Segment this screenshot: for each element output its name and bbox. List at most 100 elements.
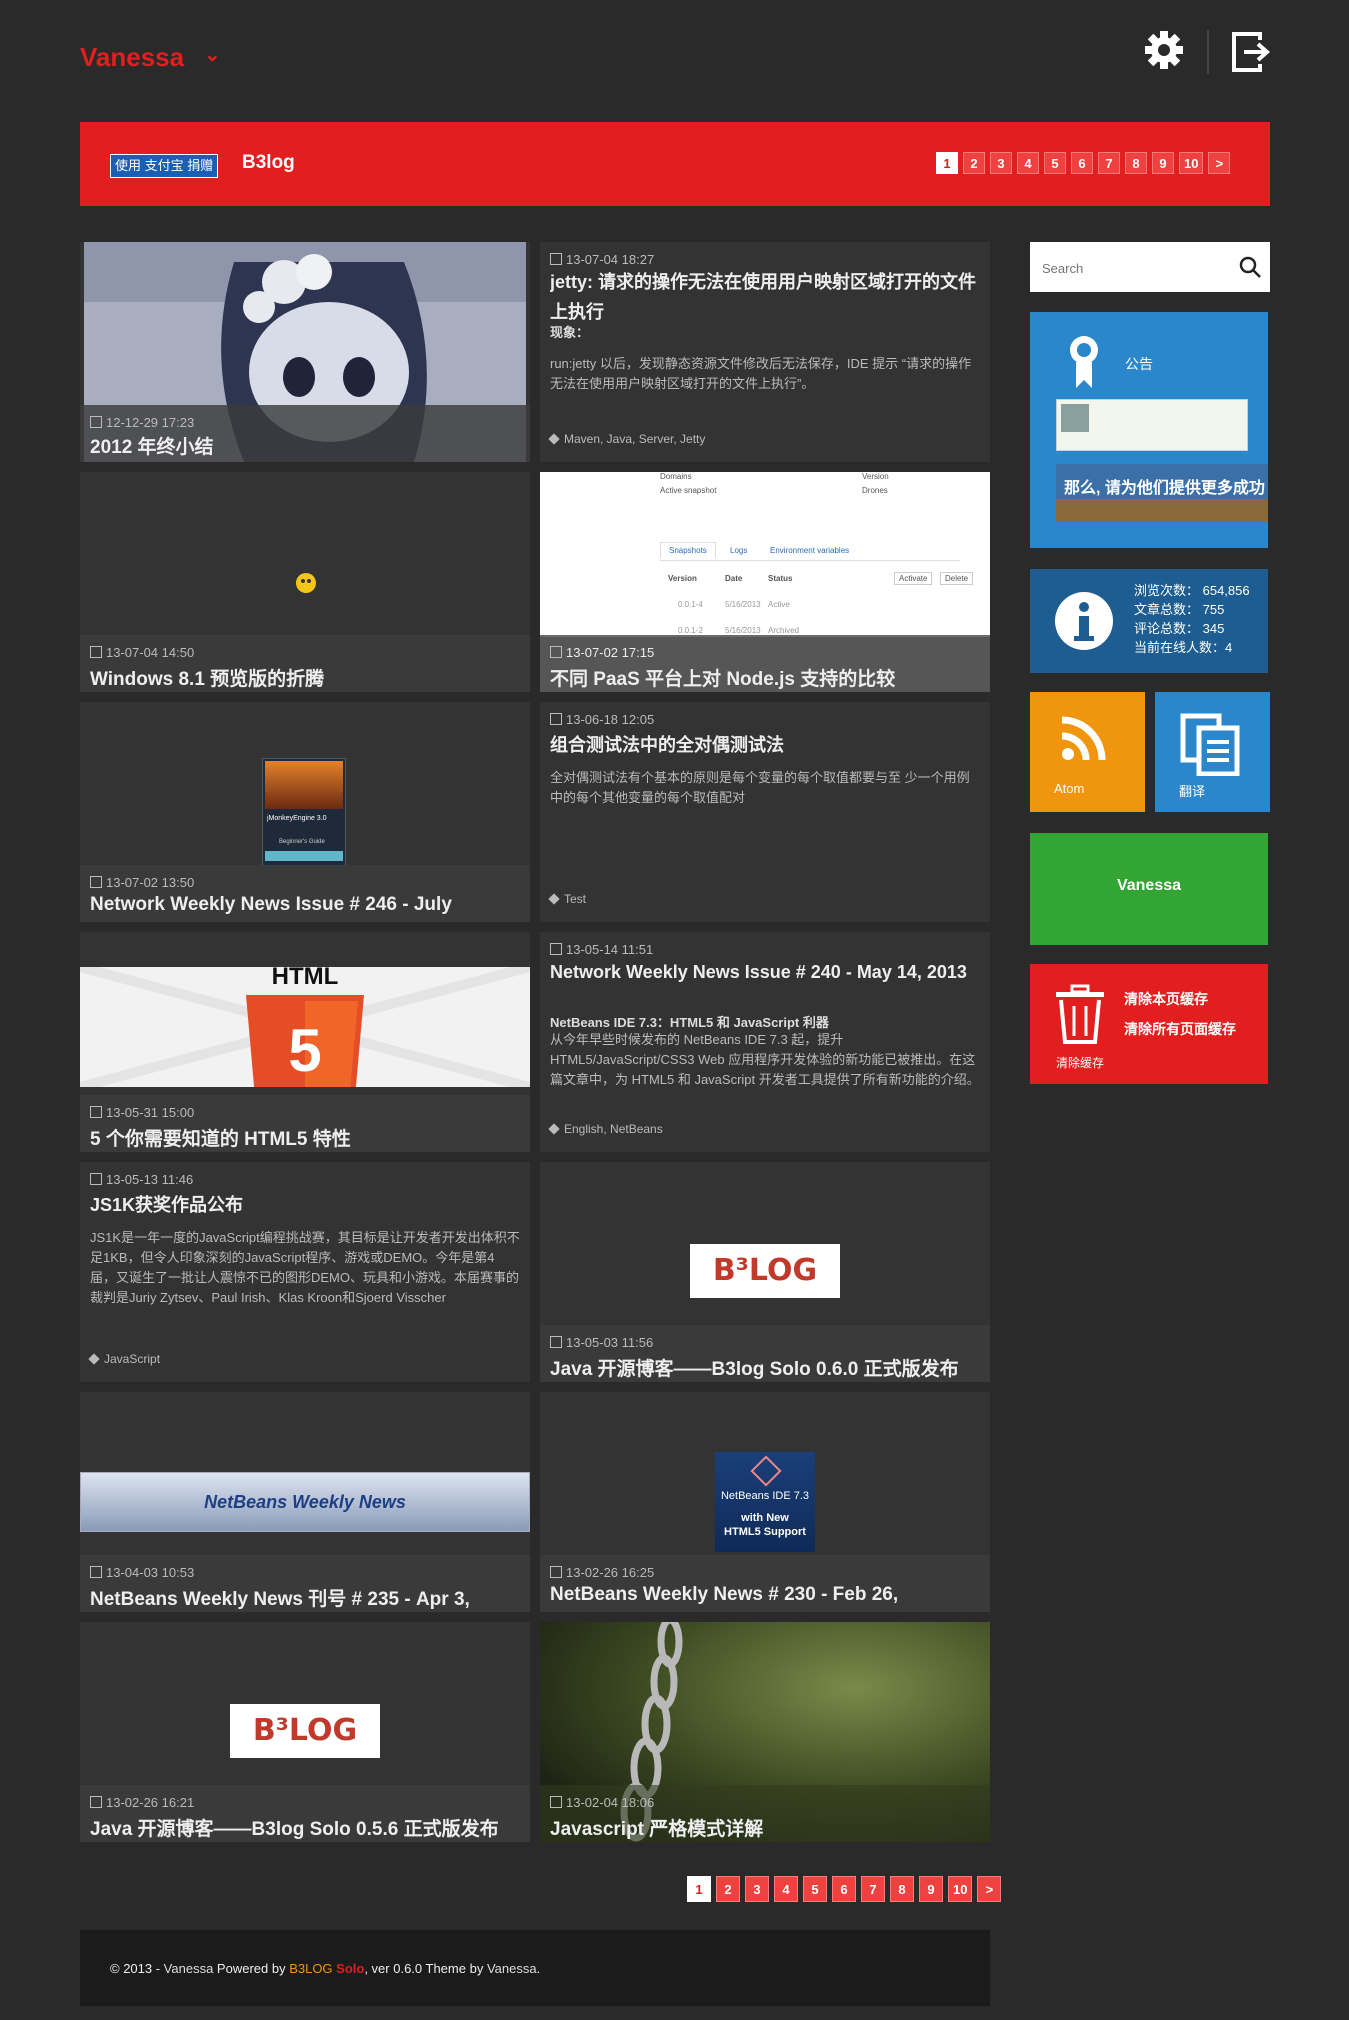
paas-button: Delete: [940, 572, 974, 585]
banner-title[interactable]: B3log: [242, 152, 295, 174]
search-icon[interactable]: [1238, 255, 1262, 279]
article-card[interactable]: Domains Active snapshot Version Drones S…: [540, 472, 990, 692]
page-link[interactable]: 7: [1098, 152, 1120, 174]
emoji-thumbnail: [296, 573, 316, 593]
footer-theme-author-link[interactable]: Vanessa: [487, 1961, 537, 1976]
article-card[interactable]: 13-07-04 18:27 jetty: 请求的操作无法在使用用户映射区域打开…: [540, 242, 990, 462]
page-link[interactable]: 6: [1071, 152, 1093, 174]
gear-icon[interactable]: [1142, 28, 1186, 72]
announcement-label: 公告: [1125, 356, 1153, 372]
paas-tab: Logs: [730, 546, 748, 555]
article-title[interactable]: Network Weekly News Issue # 246 - July: [90, 894, 520, 916]
paas-col: Status: [768, 574, 793, 583]
article-card[interactable]: 13-06-18 12:05 组合测试法中的全对偶测试法 全对偶测试法有个基本的…: [540, 702, 990, 922]
article-title[interactable]: NetBeans Weekly News 刊号 # 235 - Apr 3,: [90, 1584, 520, 1611]
article-card[interactable]: jMonkeyEngine 3.0 Beginner's Guide 13-07…: [80, 702, 530, 922]
header-divider: [1207, 30, 1209, 74]
brand-link[interactable]: Vanessa: [80, 42, 184, 73]
article-title[interactable]: jetty: 请求的操作无法在使用用户映射区域打开的文件上执行: [550, 267, 980, 327]
page-link[interactable]: 4: [774, 1876, 798, 1902]
article-title[interactable]: Java 开源博客——B3log Solo 0.6.0 正式版发布: [550, 1354, 980, 1381]
pagination-bottom: 1 2 3 4 5 6 7 8 9 10 >: [687, 1876, 1002, 1902]
page-link[interactable]: 2: [963, 152, 985, 174]
article-card[interactable]: 13-07-04 14:50 Windows 8.1 预览版的折腾: [80, 472, 530, 692]
translate-tile[interactable]: 翻译: [1155, 692, 1270, 812]
article-tags: JavaScript: [88, 1352, 160, 1366]
article-card[interactable]: HTML 5 13-05-31 15:00 5 个你需要知道的 HTML5 特性: [80, 932, 530, 1152]
paas-tabs: Snapshots Logs Environment variables: [660, 542, 960, 561]
article-tags: Test: [548, 892, 586, 906]
article-title[interactable]: JS1K获奖作品公布: [90, 1191, 520, 1217]
article-card[interactable]: 13-05-14 11:51 Network Weekly News Issue…: [540, 932, 990, 1152]
page-link[interactable]: 3: [745, 1876, 769, 1902]
article-excerpt: JS1K是一年一度的JavaScript编程挑战赛，其目标是让开发者开发出体积不…: [90, 1230, 520, 1305]
article-title[interactable]: Javascript 严格模式详解: [550, 1814, 980, 1841]
page-link[interactable]: 5: [803, 1876, 827, 1902]
article-excerpt: run:jetty 以后，发现静态资源文件修改后无法保存，IDE 提示 “请求的…: [550, 356, 972, 391]
netbeans-ide-thumbnail: NetBeans IDE 7.3 with New HTML5 Support: [715, 1452, 815, 1552]
article-title[interactable]: NetBeans Weekly News # 230 - Feb 26,: [550, 1584, 980, 1606]
paas-col: Date: [725, 574, 743, 583]
article-card[interactable]: 12-12-29 17:23 2012 年终小结: [80, 242, 530, 462]
page-link[interactable]: 1: [936, 152, 958, 174]
pagination-top: 1 2 3 4 5 6 7 8 9 10 >: [936, 152, 1231, 174]
page-link[interactable]: 4: [1017, 152, 1039, 174]
tag-links[interactable]: JavaScript: [104, 1352, 160, 1366]
article-card[interactable]: 13-02-04 18:06 Javascript 严格模式详解: [540, 1622, 990, 1842]
article-date: 13-02-04 18:06: [550, 1795, 654, 1810]
page-link[interactable]: 2: [716, 1876, 740, 1902]
paas-label: Version: [862, 472, 889, 481]
page-link[interactable]: 1: [687, 1876, 711, 1902]
tag-links[interactable]: Maven, Java, Server, Jetty: [564, 432, 705, 446]
tag-links[interactable]: Test: [564, 892, 586, 906]
page-link[interactable]: 10: [948, 1876, 973, 1902]
footer-b3log-link[interactable]: B3LOG: [289, 1961, 332, 1976]
page-link[interactable]: 6: [832, 1876, 856, 1902]
page-link[interactable]: 8: [1125, 152, 1147, 174]
footer-solo-link[interactable]: Solo: [333, 1961, 364, 1976]
search-input[interactable]: [1040, 257, 1224, 279]
tag-links[interactable]: English, NetBeans: [564, 1122, 663, 1136]
article-title[interactable]: Java 开源博客——B3log Solo 0.5.6 正式版发布: [90, 1814, 520, 1841]
paas-col: Version: [668, 574, 697, 583]
article-card[interactable]: B³LOG 13-02-26 16:21 Java 开源博客——B3log So…: [80, 1622, 530, 1842]
user-tile[interactable]: Vanessa: [1030, 833, 1268, 945]
page-link[interactable]: 9: [1152, 152, 1174, 174]
next-page-link[interactable]: >: [1208, 152, 1231, 174]
page-link[interactable]: 3: [990, 152, 1012, 174]
translate-label: 翻译: [1179, 784, 1206, 799]
article-title[interactable]: Windows 8.1 预览版的折腾: [90, 664, 520, 691]
article-title[interactable]: 2012 年终小结: [90, 432, 520, 459]
chevron-down-icon[interactable]: ⌄: [204, 42, 221, 67]
page-link[interactable]: 8: [890, 1876, 914, 1902]
alipay-donate-badge[interactable]: 使用 支付宝 捐赠: [110, 154, 219, 178]
article-title[interactable]: 5 个你需要知道的 HTML5 特性: [90, 1124, 520, 1151]
paas-cell: 0.0.1-4: [678, 600, 703, 609]
article-date: 13-07-04 14:50: [90, 645, 194, 660]
announcement-tile[interactable]: 公告 那么, 请为他们提供更多成功: [1030, 312, 1268, 548]
article-card[interactable]: NetBeans IDE 7.3 with New HTML5 Support …: [540, 1392, 990, 1612]
article-card[interactable]: 13-05-13 11:46 JS1K获奖作品公布 JS1K是一年一度的Java…: [80, 1162, 530, 1382]
article-title[interactable]: Network Weekly News Issue # 240 - May 14…: [550, 957, 980, 987]
paas-label: Active snapshot: [660, 486, 717, 495]
atom-label: Atom: [1054, 781, 1085, 796]
logout-icon[interactable]: [1230, 30, 1274, 74]
article-title[interactable]: 组合测试法中的全对偶测试法: [550, 731, 980, 757]
book-subtitle: Beginner's Guide: [279, 839, 325, 845]
next-page-link[interactable]: >: [977, 1876, 1002, 1902]
clear-all-cache-link[interactable]: 清除所有页面缓存: [1124, 1019, 1236, 1039]
tag-icon: [548, 433, 560, 445]
page-link[interactable]: 5: [1044, 152, 1066, 174]
stat-online: 当前在线人数：4: [1134, 640, 1233, 655]
article-card[interactable]: NetBeans Weekly News 13-04-03 10:53 NetB…: [80, 1392, 530, 1612]
page-link[interactable]: 7: [861, 1876, 885, 1902]
article-title[interactable]: 不同 PaaS 平台上对 Node.js 支持的比较: [550, 664, 980, 691]
atom-feed-tile[interactable]: Atom: [1030, 692, 1145, 812]
clear-page-cache-link[interactable]: 清除本页缓存: [1124, 989, 1208, 1009]
article-card[interactable]: B³LOG 13-05-03 11:56 Java 开源博客——B3log So…: [540, 1162, 990, 1382]
stats-tile: 浏览次数： 654,856 文章总数： 755 评论总数： 345 当前在线人数…: [1030, 569, 1268, 673]
footer-author-link[interactable]: Vanessa: [164, 1961, 214, 1976]
article-date-text: 13-06-18 12:05: [566, 712, 655, 727]
page-link[interactable]: 9: [919, 1876, 943, 1902]
page-link[interactable]: 10: [1179, 152, 1204, 174]
